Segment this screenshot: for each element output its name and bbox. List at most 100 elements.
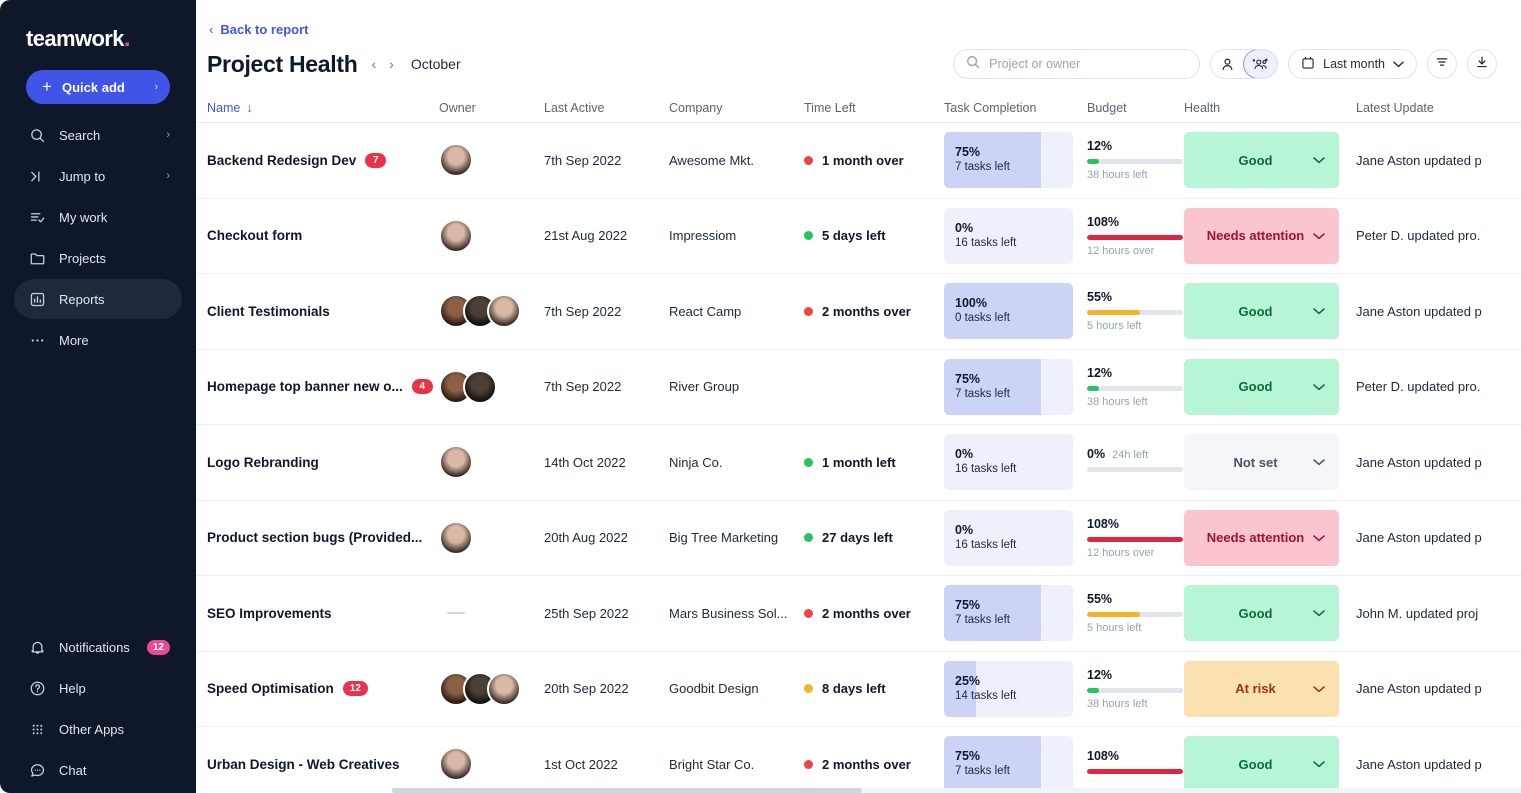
chevron-down-icon[interactable] <box>1313 455 1325 469</box>
cell-health[interactable]: Good <box>1184 736 1356 793</box>
tasks-left-label: 0 tasks left <box>955 312 1010 325</box>
latest-update-text: Jane Aston updated p <box>1356 681 1482 697</box>
cell-health[interactable]: Not set <box>1184 434 1356 491</box>
back-to-report-link[interactable]: ‹ Back to report <box>196 0 308 37</box>
cell-owner[interactable] <box>439 369 544 404</box>
table-row[interactable]: Logo Rebranding 14th Oct 2022 Ninja Co. 1 m… <box>196 425 1521 501</box>
chevron-down-icon[interactable] <box>1313 380 1325 394</box>
cell-project-name[interactable]: Urban Design - Web Creatives <box>207 757 439 772</box>
table-row[interactable]: Client Testimonials 7th Sep 2022 React Cam… <box>196 274 1521 350</box>
health-status-badge[interactable]: Needs attention <box>1184 509 1339 566</box>
search-input[interactable] <box>989 57 1188 71</box>
table-row[interactable]: Speed Optimisation 12 20th Sep 2022 Goodbit… <box>196 652 1521 727</box>
cell-project-name[interactable]: Product section bugs (Provided... <box>207 530 439 545</box>
health-status-badge[interactable]: Good <box>1184 736 1339 793</box>
cell-health[interactable]: Needs attention <box>1184 509 1356 566</box>
column-header-company[interactable]: Company <box>669 101 804 115</box>
sidebar-item-reports[interactable]: Reports <box>14 279 182 319</box>
column-header-health[interactable]: Health <box>1184 101 1356 115</box>
avatar[interactable] <box>439 520 473 555</box>
scrollbar-thumb[interactable] <box>392 788 862 793</box>
chevron-down-icon[interactable] <box>1313 153 1325 167</box>
cell-owner[interactable] <box>439 218 544 253</box>
cell-latest-update: Jane Aston updated p <box>1356 757 1521 772</box>
chevron-down-icon[interactable] <box>1313 757 1325 771</box>
health-status-badge[interactable]: Good <box>1184 283 1339 340</box>
cell-project-name[interactable]: Checkout form <box>207 228 439 243</box>
prev-month-button[interactable]: ‹ <box>371 57 376 71</box>
cell-owner[interactable] <box>439 294 544 329</box>
table-row[interactable]: Urban Design - Web Creatives 1st Oct 2022… <box>196 727 1521 793</box>
column-header-latest-update[interactable]: Latest Update <box>1356 101 1521 115</box>
column-header-task-completion[interactable]: Task Completion <box>944 101 1087 115</box>
avatar[interactable] <box>439 445 473 480</box>
cell-owner[interactable] <box>439 520 544 555</box>
person-view-button[interactable] <box>1211 50 1245 78</box>
table-row[interactable]: Checkout form 21st Aug 2022 Impressiom 5 da… <box>196 199 1521 274</box>
people-view-button[interactable] <box>1243 50 1278 78</box>
sidebar-item-help[interactable]: Help <box>14 668 182 708</box>
filter-button[interactable] <box>1427 49 1457 79</box>
cell-owner[interactable] <box>439 612 544 615</box>
cell-project-name[interactable]: Speed Optimisation 12 <box>207 681 439 697</box>
cell-owner[interactable] <box>439 671 544 706</box>
cell-owner[interactable] <box>439 445 544 480</box>
sidebar-item-more[interactable]: More <box>14 320 182 360</box>
cell-health[interactable]: Good <box>1184 132 1356 189</box>
table-row[interactable]: Backend Redesign Dev 7 7th Sep 2022 Awesome… <box>196 123 1521 199</box>
table-row[interactable]: SEO Improvements 25th Sep 2022 Mars Busine… <box>196 576 1521 652</box>
health-status-badge[interactable]: Not set <box>1184 434 1339 491</box>
chevron-down-icon[interactable] <box>1313 606 1325 620</box>
quick-add-button[interactable]: + Quick add › <box>26 70 170 104</box>
column-header-owner[interactable]: Owner <box>439 101 544 115</box>
cell-health[interactable]: Good <box>1184 358 1356 415</box>
sidebar-item-label: More <box>59 332 89 348</box>
avatar[interactable] <box>487 294 521 329</box>
chevron-down-icon[interactable] <box>1313 229 1325 243</box>
cell-project-name[interactable]: Homepage top banner new o... 4 <box>207 379 439 395</box>
chevron-down-icon[interactable] <box>1313 304 1325 318</box>
health-status-badge[interactable]: Needs attention <box>1184 207 1339 264</box>
chevron-down-icon[interactable] <box>1313 682 1325 696</box>
cell-health[interactable]: At risk <box>1184 660 1356 717</box>
table-row[interactable]: Homepage top banner new o... 4 7th Sep 202… <box>196 350 1521 425</box>
cell-owner[interactable] <box>439 747 544 782</box>
sidebar-item-jump-to[interactable]: Jump to › <box>14 156 182 196</box>
cell-health[interactable]: Good <box>1184 283 1356 340</box>
date-range-button[interactable]: Last month <box>1288 49 1417 79</box>
sidebar-item-other-apps[interactable]: Other Apps <box>14 709 182 749</box>
next-month-button[interactable]: › <box>389 57 394 71</box>
chevron-down-icon[interactable] <box>1313 531 1325 545</box>
search-box[interactable] <box>953 49 1201 79</box>
health-status-badge[interactable]: Good <box>1184 358 1339 415</box>
health-status-badge[interactable]: Good <box>1184 585 1339 642</box>
cell-owner[interactable] <box>439 143 544 178</box>
cell-health[interactable]: Needs attention <box>1184 207 1356 264</box>
cell-project-name[interactable]: SEO Improvements <box>207 606 439 621</box>
cell-project-name[interactable]: Logo Rebranding <box>207 455 439 470</box>
avatar[interactable] <box>487 671 521 706</box>
logo-text: teamwork <box>26 26 125 51</box>
sidebar-item-search[interactable]: Search › <box>14 115 182 155</box>
cell-project-name[interactable]: Backend Redesign Dev 7 <box>207 152 439 168</box>
avatar[interactable] <box>439 143 473 178</box>
health-status-badge[interactable]: Good <box>1184 132 1339 189</box>
health-status-badge[interactable]: At risk <box>1184 660 1339 717</box>
column-header-budget[interactable]: Budget <box>1087 101 1184 115</box>
sidebar-item-chat[interactable]: Chat <box>14 750 182 790</box>
table-row[interactable]: Product section bugs (Provided... 20th Au… <box>196 501 1521 576</box>
cell-health[interactable]: Good <box>1184 585 1356 642</box>
download-button[interactable] <box>1467 49 1497 79</box>
sidebar-item-my-work[interactable]: My work <box>14 197 182 237</box>
avatar[interactable] <box>463 369 497 404</box>
ellipsis-icon <box>26 331 48 349</box>
sidebar-item-projects[interactable]: Projects <box>14 238 182 278</box>
sidebar-item-notifications[interactable]: Notifications 12 <box>14 627 182 667</box>
column-header-last-active[interactable]: Last Active <box>544 101 669 115</box>
cell-project-name[interactable]: Client Testimonials <box>207 304 439 319</box>
avatar[interactable] <box>439 218 473 253</box>
avatar[interactable] <box>439 747 473 782</box>
horizontal-scrollbar[interactable] <box>392 788 1521 793</box>
column-header-time-left[interactable]: Time Left <box>804 101 944 115</box>
column-header-name[interactable]: Name ↓ <box>207 101 439 115</box>
